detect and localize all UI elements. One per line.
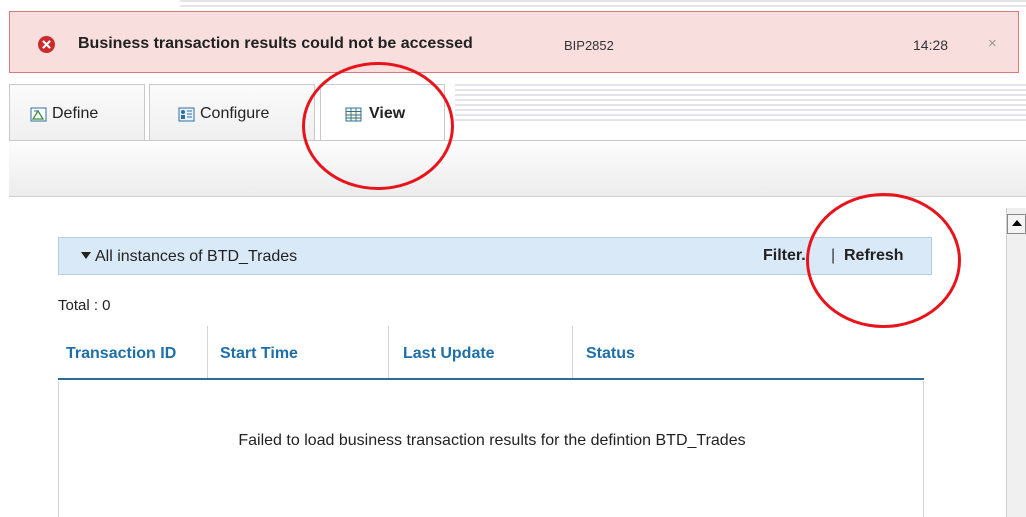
column-status[interactable]: Status [572, 326, 635, 378]
tab-define[interactable]: Define [9, 84, 145, 142]
column-last-update[interactable]: Last Update [388, 326, 495, 378]
configure-icon [178, 107, 195, 122]
error-banner: Business transaction results could not b… [9, 11, 1019, 73]
header-stripes [180, 0, 1026, 10]
close-icon[interactable]: × [988, 35, 997, 52]
total-count: Total : 0 [58, 297, 111, 314]
error-icon [38, 36, 55, 53]
error-code: BIP2852 [564, 38, 614, 53]
annotation-circle-view-tab [302, 62, 454, 190]
error-message: Business transaction results could not b… [78, 35, 473, 52]
section-header: All instances of BTD_Trades Filter.. | R… [58, 237, 932, 275]
tab-configure[interactable]: Configure [149, 84, 315, 142]
error-timestamp: 14:28 [913, 37, 949, 53]
empty-table-message: Failed to load business transaction resu… [238, 432, 746, 449]
filter-link[interactable]: Filter.. [763, 247, 810, 265]
annotation-circle-refresh [806, 193, 961, 328]
column-transaction-id[interactable]: Transaction ID [66, 326, 176, 378]
column-start-time[interactable]: Start Time [207, 326, 298, 378]
vertical-scrollbar[interactable] [1006, 208, 1026, 517]
tab-define-label: Define [52, 105, 99, 122]
collapse-triangle-icon[interactable] [81, 252, 91, 259]
table-header: Transaction ID Start Time Last Update St… [58, 326, 924, 380]
scroll-up-arrow-icon[interactable] [1007, 214, 1026, 234]
tab-bar-stripes [455, 84, 1026, 124]
tab-configure-label: Configure [200, 105, 270, 122]
table-body: Failed to load business transaction resu… [58, 381, 924, 517]
results-table: Transaction ID Start Time Last Update St… [58, 326, 924, 517]
define-icon [30, 107, 47, 122]
toolbar-area [9, 140, 1026, 197]
section-title: All instances of BTD_Trades [95, 248, 298, 265]
